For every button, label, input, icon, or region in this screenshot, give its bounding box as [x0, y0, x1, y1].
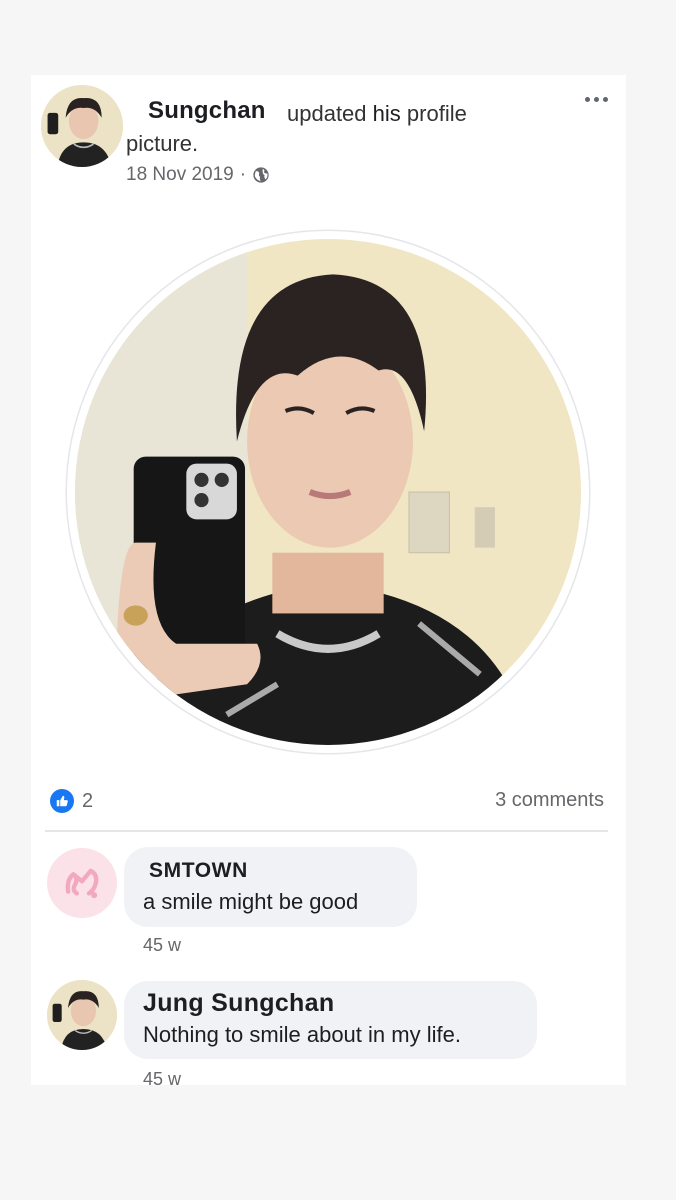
action-pronoun: his — [372, 101, 401, 126]
smtown-logo — [65, 868, 99, 899]
post-date[interactable]: 18 Nov 2019 — [126, 164, 234, 186]
meta-separator: · — [239, 164, 247, 185]
comment-time[interactable]: 45 w — [143, 935, 181, 956]
comment-bubble[interactable]: Jung Sungchan Nothing to smile about in … — [124, 981, 537, 1059]
profile-picture[interactable] — [75, 239, 581, 745]
comment-text: a smile might be good — [143, 889, 359, 914]
more-dot — [585, 97, 590, 102]
smtown-avatar[interactable] — [47, 848, 117, 918]
post-author-name[interactable]: Sungchan — [148, 97, 266, 125]
comment-bubble[interactable]: SMTOWN a smile might be good — [124, 847, 417, 927]
post-action-continuation: picture. — [126, 131, 199, 156]
more-dot — [603, 97, 608, 102]
avatar-image — [41, 85, 123, 167]
like-icon — [50, 789, 74, 813]
comment-author[interactable]: SMTOWN — [149, 859, 248, 883]
comments-count-link[interactable]: 3 comments — [495, 789, 604, 812]
action-object: profile — [406, 101, 467, 126]
divider — [45, 830, 608, 832]
post-card: Sungchan updated his profile picture. 18… — [31, 75, 626, 1085]
post-action-text: updated his profile — [287, 101, 467, 127]
more-dot — [594, 97, 599, 102]
action-verb: updated — [287, 101, 367, 126]
comment-text: Nothing to smile about in my life. — [143, 1022, 461, 1047]
profile-photo-image — [75, 239, 581, 745]
more-options-icon[interactable] — [585, 97, 608, 102]
post-meta: 18 Nov 2019 · — [126, 164, 270, 186]
avatar-image — [47, 980, 117, 1050]
like-count: 2 — [82, 789, 94, 812]
comment-author-avatar[interactable] — [47, 980, 117, 1050]
globe-icon[interactable] — [252, 166, 270, 184]
post-author-avatar[interactable] — [41, 85, 123, 167]
comment-time[interactable]: 45 w — [143, 1069, 181, 1085]
comment-author[interactable]: Jung Sungchan — [143, 989, 334, 1018]
reactions-summary[interactable]: 2 — [50, 789, 93, 813]
